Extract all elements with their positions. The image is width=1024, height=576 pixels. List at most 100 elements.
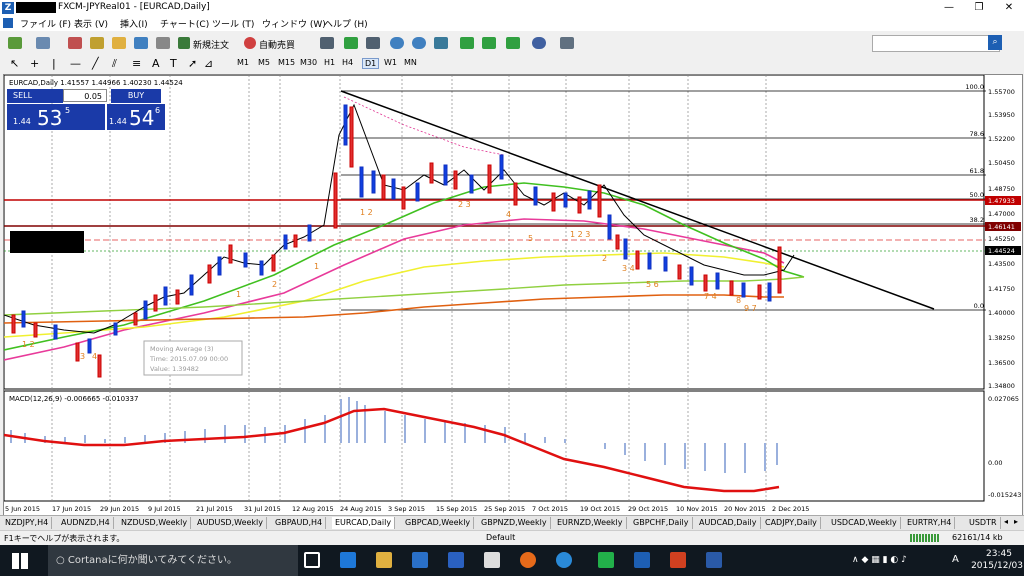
chart-canvas[interactable]: 100.0 78.6 61.8 50.0 38.2 0.0 1 23 4 121… — [4, 75, 1022, 515]
tab-gbpaud-h4[interactable]: GBPAUD,H4 — [272, 517, 327, 529]
autoscroll-icon[interactable] — [460, 37, 474, 49]
edge-icon[interactable] — [340, 552, 356, 568]
search-input[interactable] — [872, 35, 1000, 52]
ime-indicator[interactable]: A — [952, 554, 959, 565]
tester-icon[interactable] — [156, 37, 170, 49]
app-icon-blue[interactable] — [448, 552, 464, 568]
menu-file[interactable]: ファイル (F) — [20, 17, 71, 30]
trendline-icon[interactable]: ╱ — [92, 57, 99, 70]
tab-audusd-weekly[interactable]: AUDUSD,Weekly — [194, 517, 267, 529]
task-view-icon[interactable] — [304, 552, 320, 568]
arrows-icon[interactable]: ➚ — [188, 57, 197, 70]
app-menu-icon[interactable] — [3, 18, 13, 28]
tab-eurnzd-weekly[interactable]: EURNZD,Weekly — [554, 517, 627, 529]
zoom-in-icon[interactable] — [390, 37, 404, 49]
tab-nzdusd-weekly[interactable]: NZDUSD,Weekly — [118, 517, 192, 529]
tab-audnzd-h4[interactable]: AUDNZD,H4 — [58, 517, 114, 529]
tile-icon[interactable] — [434, 37, 448, 49]
label-icon[interactable]: T — [170, 57, 177, 70]
new-order-icon[interactable] — [178, 37, 190, 49]
tab-gbpchf-daily[interactable]: GBPCHF,Daily — [630, 517, 693, 529]
channel-icon[interactable]: ⫽ — [112, 57, 117, 71]
chart-shift-icon[interactable] — [482, 37, 496, 49]
clock-time[interactable]: 23:45 — [976, 549, 1022, 559]
menu-help[interactable]: ヘルプ (H) — [324, 17, 368, 30]
price-tick: 1.34800 — [988, 382, 1015, 390]
minimize-button[interactable]: — — [934, 0, 964, 16]
profiles-icon[interactable] — [36, 37, 50, 49]
chart-window[interactable]: 100.0 78.6 61.8 50.0 38.2 0.0 1 2 3 4 1 … — [3, 74, 1023, 516]
tab-usdtr[interactable]: USDTR — [966, 517, 1001, 529]
tab-eurcad-daily[interactable]: EURCAD,Daily — [332, 517, 396, 529]
search-icon[interactable]: ⌕ — [988, 35, 1002, 50]
tab-eurtry-h4[interactable]: EURTRY,H4 — [904, 517, 956, 529]
tray-icons[interactable]: ∧ ◆ ▦ ▮ ◐ ♪ — [852, 555, 942, 565]
tab-cadjpy-daily[interactable]: CADJPY,Daily — [762, 517, 821, 529]
app-icon-white[interactable] — [484, 552, 500, 568]
auto-trade-button[interactable]: 自動売買 — [259, 38, 295, 51]
shapes-icon[interactable]: ⊿ — [204, 57, 213, 70]
timeframe-m5[interactable]: M5 — [258, 58, 270, 67]
powerpoint-icon[interactable] — [670, 552, 686, 568]
tab-scroll-left-icon[interactable]: ◂ — [1004, 517, 1008, 526]
candle-chart-icon[interactable] — [344, 37, 358, 49]
sell-price-box[interactable]: 1.44 53 5 — [7, 104, 105, 130]
svg-text:5: 5 — [528, 234, 533, 243]
vertical-line-icon[interactable]: | — [52, 57, 56, 70]
text-icon[interactable]: A — [152, 57, 160, 70]
timeframe-d1[interactable]: D1 — [362, 58, 380, 69]
crosshair-icon[interactable]: + — [30, 57, 39, 70]
buy-price-box[interactable]: 1.44 54 6 — [107, 104, 165, 130]
horizontal-line-icon[interactable]: — — [70, 57, 81, 70]
close-button[interactable]: ✕ — [994, 0, 1024, 16]
store-icon[interactable] — [412, 552, 428, 568]
indicators-icon[interactable] — [506, 37, 520, 49]
firefox-icon[interactable] — [520, 552, 536, 568]
new-chart-icon[interactable] — [8, 37, 22, 49]
menu-view[interactable]: 表示 (V) — [74, 17, 108, 30]
tab-audcad-daily[interactable]: AUDCAD,Daily — [696, 517, 761, 529]
menu-chart[interactable]: チャート(C) — [160, 17, 209, 30]
timeframe-m15[interactable]: M15 — [278, 58, 295, 67]
navigator-icon[interactable] — [90, 37, 104, 49]
line-icon[interactable] — [598, 552, 614, 568]
menu-window[interactable]: ウィンドウ (W) — [262, 17, 326, 30]
fib-label-618: 61.8 — [970, 167, 984, 175]
timeframe-m30[interactable]: M30 — [300, 58, 317, 67]
auto-trade-icon[interactable] — [244, 37, 256, 49]
fibo-icon[interactable]: ≡ — [132, 57, 141, 70]
menu-tools[interactable]: ツール (T) — [212, 17, 254, 30]
tab-scroll-right-icon[interactable]: ▸ — [1014, 517, 1018, 526]
mt4-icon[interactable] — [634, 552, 650, 568]
word-icon[interactable] — [706, 552, 722, 568]
tab-gbpcad-weekly[interactable]: GBPCAD,Weekly — [402, 517, 475, 529]
timeframe-w1[interactable]: W1 — [384, 58, 397, 67]
market-watch-icon[interactable] — [68, 37, 82, 49]
data-window-icon[interactable] — [112, 37, 126, 49]
bar-chart-icon[interactable] — [320, 37, 334, 49]
tab-nzdjpy-h4[interactable]: NZDJPY,H4 — [2, 517, 53, 529]
start-button-icon[interactable] — [12, 553, 28, 569]
lot-size-input[interactable]: 0.05 — [63, 89, 107, 102]
new-order-button[interactable]: 新規注文 — [193, 38, 229, 51]
tab-usdcad-weekly[interactable]: USDCAD,Weekly — [828, 517, 901, 529]
tab-gbpnzd-weekly[interactable]: GBPNZD,Weekly — [478, 517, 551, 529]
timeframe-mn[interactable]: MN — [404, 58, 417, 67]
globe-icon[interactable] — [556, 552, 572, 568]
timeframe-h1[interactable]: H1 — [324, 58, 335, 67]
buy-button[interactable]: BUY — [111, 89, 161, 103]
terminal-icon[interactable] — [134, 37, 148, 49]
templates-icon[interactable] — [560, 37, 574, 49]
timeframe-h4[interactable]: H4 — [342, 58, 353, 67]
file-explorer-icon[interactable] — [376, 552, 392, 568]
menu-insert[interactable]: 挿入(I) — [120, 17, 148, 30]
cortana-search-box[interactable]: ○ Cortanaに何か聞いてみてください。 — [48, 545, 298, 576]
period-clock-icon[interactable] — [532, 37, 546, 49]
maximize-button[interactable]: ❐ — [964, 0, 994, 16]
line-chart-icon[interactable] — [366, 37, 380, 49]
sell-button[interactable]: SELL — [7, 89, 63, 103]
timeframe-m1[interactable]: M1 — [237, 58, 249, 67]
zoom-out-icon[interactable] — [412, 37, 426, 49]
cursor-icon[interactable]: ↖ — [10, 57, 19, 70]
clock-date[interactable]: 2015/12/03 — [970, 561, 1024, 571]
